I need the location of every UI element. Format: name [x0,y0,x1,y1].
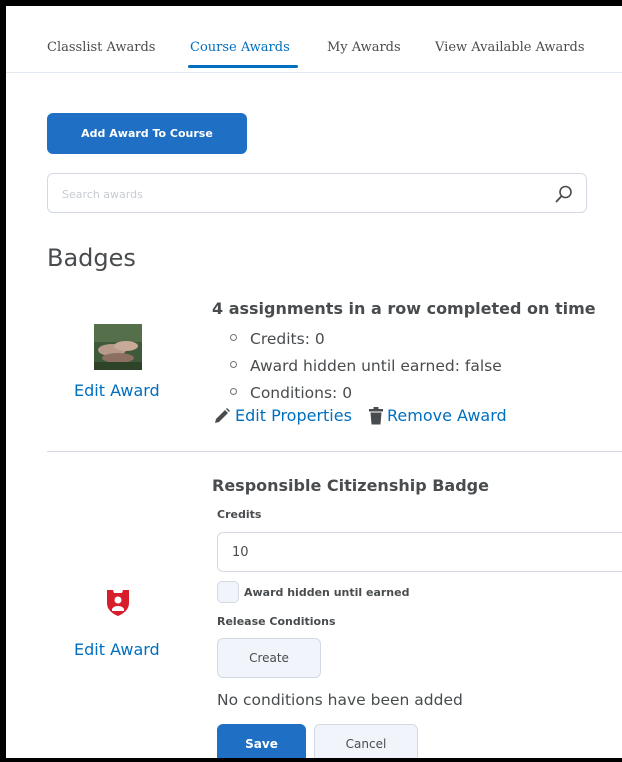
remove-award-link[interactable]: Remove Award [369,406,507,425]
add-award-to-course-button[interactable]: Add Award To Course [47,113,247,154]
active-tab-indicator [188,65,298,68]
tab-view-available-awards[interactable]: View Available Awards [435,40,585,55]
award-divider [47,451,622,452]
release-conditions-label: Release Conditions [217,615,336,628]
credits-label: Credits [217,508,262,521]
search-icon[interactable] [554,184,574,204]
trash-icon [369,406,384,424]
section-heading: Badges [47,244,136,272]
page-frame: Classlist Awards Course Awards My Awards… [6,6,622,758]
create-condition-button[interactable]: Create [217,638,321,678]
shield-badge-icon [107,590,129,616]
search-input[interactable] [60,182,534,206]
property-conditions: Conditions: 0 [230,380,502,407]
remove-award-label: Remove Award [387,406,507,425]
edit-properties-link[interactable]: Edit Properties [213,406,352,425]
award-title: 4 assignments in a row completed on time [212,299,596,318]
search-box [47,173,587,213]
award-actions: Edit Properties Remove Award [213,406,507,430]
pencil-icon [215,407,230,423]
tab-course-awards[interactable]: Course Awards [190,40,290,55]
credits-field[interactable] [217,532,622,572]
hidden-until-earned-checkbox[interactable] [217,581,239,603]
award-image [94,324,142,370]
award-title: Responsible Citizenship Badge [212,476,489,495]
hidden-until-earned-label: Award hidden until earned [244,586,410,599]
property-credits: Credits: 0 [230,326,502,353]
award-properties: Credits: 0 Award hidden until earned: fa… [230,326,502,407]
tab-my-awards[interactable]: My Awards [327,40,401,55]
cancel-button[interactable]: Cancel [314,724,418,758]
no-conditions-message: No conditions have been added [217,691,463,709]
property-hidden-until-earned: Award hidden until earned: false [230,353,502,380]
edit-properties-label: Edit Properties [235,406,352,425]
award-tabs: Classlist Awards Course Awards My Awards… [6,6,622,73]
tab-classlist-awards[interactable]: Classlist Awards [47,40,155,55]
save-button[interactable]: Save [217,724,306,758]
edit-award-link[interactable]: Edit Award [74,381,160,400]
edit-award-link[interactable]: Edit Award [74,640,160,659]
